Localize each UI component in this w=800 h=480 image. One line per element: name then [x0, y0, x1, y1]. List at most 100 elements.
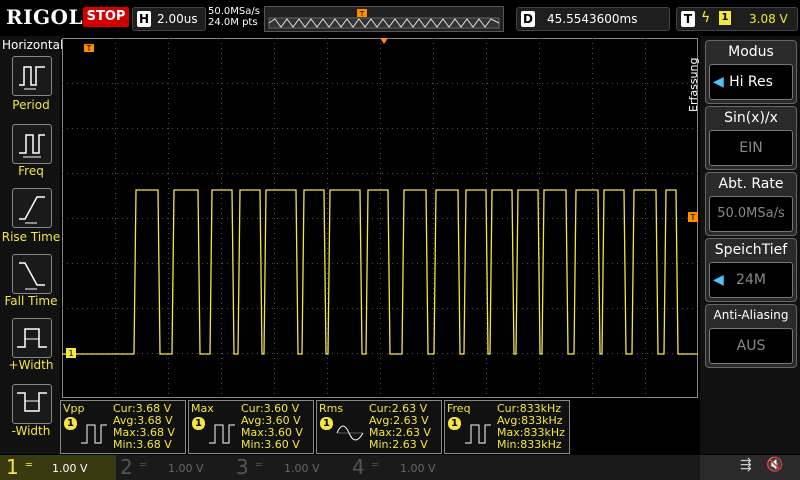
measurement-channel: 1	[64, 417, 77, 430]
period-button[interactable]	[12, 56, 52, 96]
measurement-avg: Avg:833kHz	[497, 414, 563, 427]
measurement-max[interactable]: Max 1 Cur:3.60 V Avg:3.60 V Max:3.60 V M…	[188, 400, 314, 454]
measurement-name: Freq	[447, 402, 471, 415]
measurement-max: Max:3.68 V	[113, 426, 175, 439]
max-icon	[209, 424, 235, 444]
measurement-min: Min:3.60 V	[241, 438, 300, 451]
freq-icon	[465, 424, 491, 444]
trigger-top-label: T	[86, 44, 92, 53]
measurement-min: Min:2.63 V	[369, 438, 428, 451]
measurement-rms[interactable]: Rms 1 Cur:2.63 V Avg:2.63 V Max:2.63 V M…	[316, 400, 442, 454]
channel-1-ground-label: 1	[68, 349, 73, 358]
memory-waveform-preview: T	[268, 9, 500, 29]
anti-aliasing-option[interactable]: Anti-Aliasing AUS	[705, 304, 797, 368]
pos-width-label: +Width	[8, 358, 54, 372]
erfassung-text: Erfassung	[687, 58, 700, 112]
channel-1-number: 1	[6, 455, 19, 479]
channel-2-number: 2	[120, 455, 133, 479]
memory-points: 24.0M pts	[208, 17, 258, 28]
rising-edge-icon: ϟ	[701, 10, 711, 26]
mode-value-box[interactable]: ◀ Hi Res	[709, 64, 793, 100]
mode-title: Modus	[728, 44, 774, 60]
measurement-min: Min:833kHz	[497, 438, 562, 451]
memory-depth-option[interactable]: SpeichTief ◀ 24M	[705, 238, 797, 302]
fall-time-button[interactable]	[12, 254, 52, 294]
dc-coupling-icon: ═	[140, 460, 147, 471]
dc-coupling-icon: ═	[372, 460, 379, 471]
measurement-name: Rms	[319, 402, 344, 415]
measurement-avg: Avg:2.63 V	[369, 414, 429, 427]
channel-1-scale: 1.00 V	[52, 462, 88, 475]
acquire-menu: Modus ◀ Hi Res Sin(x)/x EIN Abt. Rate 50…	[700, 36, 800, 454]
section-label: Erfassung	[686, 42, 700, 122]
speaker-mute-icon[interactable]: 🔇	[766, 457, 783, 473]
delay-value: 45.5543600ms	[547, 12, 638, 26]
trigger-position-arrow	[380, 38, 388, 44]
horizontal-measure-menu: Horizontal Period Freq Rise Time Fall Ti…	[0, 36, 64, 454]
top-status-bar: RIGOL STOP H 2.00us 50.0MSa/s 24.0M pts …	[0, 0, 800, 36]
measurement-channel: 1	[192, 417, 205, 430]
measurement-vpp[interactable]: Vpp 1 Cur:3.68 V Avg:3.68 V Max:3.68 V M…	[60, 400, 186, 454]
memory-depth-value-box[interactable]: ◀ 24M	[709, 262, 793, 298]
rise-time-button[interactable]	[12, 188, 52, 228]
sinx-value: EIN	[709, 130, 793, 166]
vpp-icon	[81, 424, 107, 444]
delay-display[interactable]: D 45.5543600ms	[516, 7, 670, 31]
measurement-freq[interactable]: Freq 1 Cur:833kHz Avg:833kHz Max:833kHz …	[444, 400, 570, 454]
memory-depth-value: 24M	[736, 272, 766, 288]
measurement-max-val: Max:3.60 V	[241, 426, 303, 439]
measurement-name: Vpp	[63, 402, 85, 415]
trigger-level-label: T	[690, 213, 696, 222]
channel-1-trace	[62, 189, 698, 355]
trigger-display[interactable]: T ϟ 1 3.08 V	[676, 7, 798, 31]
neg-width-button[interactable]	[12, 384, 52, 424]
measurement-cur: Cur:2.63 V	[369, 402, 428, 415]
memory-depth-title: SpeichTief	[714, 242, 788, 258]
measurement-avg: Avg:3.68 V	[113, 414, 173, 427]
dc-coupling-icon: ═	[26, 460, 33, 471]
mode-option[interactable]: Modus ◀ Hi Res	[705, 40, 797, 104]
measurement-channel: 1	[448, 417, 461, 430]
channel-4-tab[interactable]: 4 ═ 1.00 V	[348, 455, 464, 480]
measurement-name: Max	[191, 402, 214, 415]
horizontal-badge: H	[137, 11, 151, 27]
memory-overview-bar[interactable]: T	[264, 6, 504, 32]
channel-bar: 1 ═ 1.00 V 2 ═ 1.00 V 3 ═ 1.00 V 4 ═ 1.0…	[0, 455, 800, 480]
timebase-display[interactable]: H 2.00us	[132, 7, 206, 31]
sample-rate-value: 50.0MSa/s	[709, 196, 793, 232]
neg-width-icon	[17, 392, 47, 412]
freq-icon	[19, 134, 45, 158]
freq-button[interactable]	[12, 124, 52, 164]
channel-1-tab[interactable]: 1 ═ 1.00 V	[0, 455, 116, 480]
mode-value: Hi Res	[729, 74, 773, 90]
measurement-cur: Cur:3.60 V	[241, 402, 300, 415]
delay-badge: D	[521, 11, 535, 27]
sample-rate-option[interactable]: Abt. Rate 50.0MSa/s	[705, 172, 797, 236]
freq-label: Freq	[18, 164, 44, 178]
sinx-title: Sin(x)/x	[724, 110, 778, 126]
measurement-avg: Avg:3.60 V	[241, 414, 301, 427]
brand-logo: RIGOL	[6, 5, 84, 29]
anti-aliasing-title: Anti-Aliasing	[713, 308, 789, 322]
measurement-max: Max:2.63 V	[369, 426, 431, 439]
channel-4-number: 4	[352, 455, 365, 479]
channel-2-tab[interactable]: 2 ═ 1.00 V	[116, 455, 232, 480]
sinx-option[interactable]: Sin(x)/x EIN	[705, 106, 797, 170]
pos-width-button[interactable]	[12, 318, 52, 358]
dc-coupling-icon: ═	[256, 460, 263, 471]
timebase-value: 2.00us	[157, 12, 198, 26]
channel-3-tab[interactable]: 3 ═ 1.00 V	[232, 455, 348, 480]
usb-icon: ⇶	[740, 457, 752, 473]
left-arrow-icon: ◀	[713, 272, 724, 288]
status-icons: ⇶ 🔇	[700, 455, 800, 480]
measurement-cur: Cur:3.68 V	[113, 402, 172, 415]
channel-2-scale: 1.00 V	[168, 462, 204, 475]
rms-icon	[336, 425, 364, 441]
run-stop-indicator[interactable]: STOP	[83, 7, 129, 27]
fall-time-icon	[19, 262, 45, 290]
waveform-display[interactable]: T T 1	[62, 38, 698, 398]
measurement-max: Max:833kHz	[497, 426, 565, 439]
measurement-cur: Cur:833kHz	[497, 402, 562, 415]
menu-title: Horizontal	[2, 38, 64, 52]
sample-rate: 50.0MSa/s	[208, 6, 260, 17]
